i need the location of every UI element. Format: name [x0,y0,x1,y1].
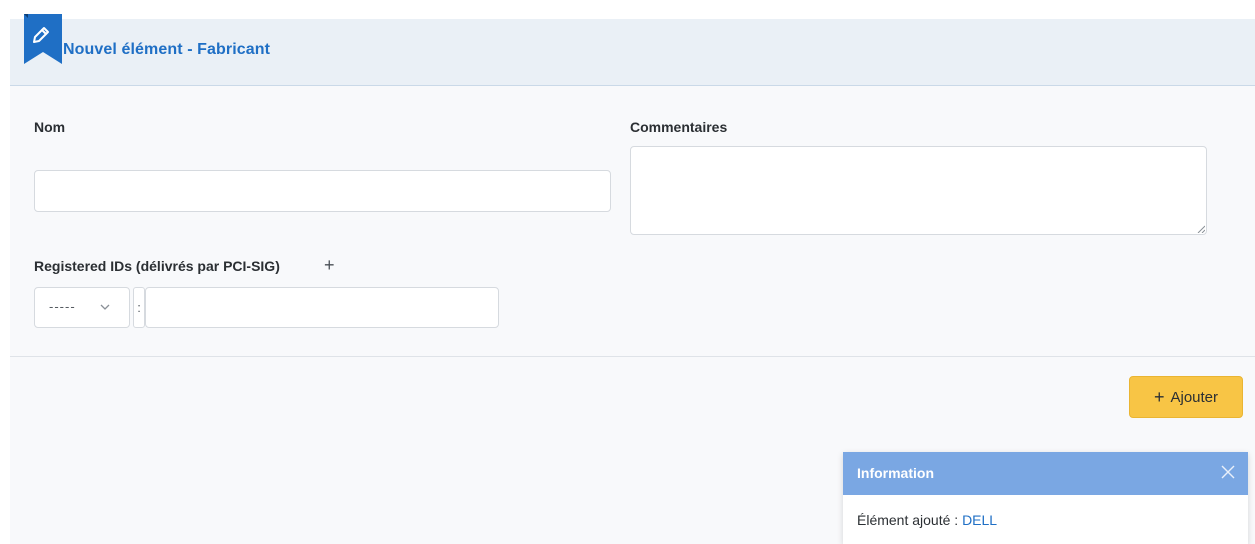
close-icon[interactable] [1220,464,1236,480]
registered-id-select[interactable]: ----- [34,287,130,328]
registered-id-input[interactable] [145,287,499,328]
select-value: ----- [49,299,76,314]
card-header: Nouvel élément - Fabricant [10,14,1255,86]
plus-icon[interactable]: + [324,256,335,274]
commentaires-wrapper [630,146,1207,235]
toast-header: Information [843,452,1248,495]
resize-grip-icon[interactable] [1197,225,1205,233]
id-separator: : [133,287,145,328]
edit-icon [24,14,62,64]
toast-message: Élément ajouté : DELL [857,512,997,528]
add-button[interactable]: + Ajouter [1129,376,1243,418]
commentaires-label: Commentaires [630,119,728,135]
toast-message-value[interactable]: DELL [962,512,997,528]
page-title: Nouvel élément - Fabricant [63,41,271,58]
footer-divider [10,356,1255,357]
chevron-down-icon [100,304,110,310]
toast-message-prefix: Élément ajouté : [857,512,959,528]
registered-ids-label: Registered IDs (délivrés par PCI-SIG) [34,258,280,274]
add-button-label: Ajouter [1170,388,1219,406]
nom-label: Nom [34,119,66,135]
information-toast: Information Élément ajouté : DELL [843,452,1248,544]
commentaires-textarea[interactable] [630,146,1207,235]
toast-title: Information [857,465,934,481]
page: Nouvel élément - Fabricant Nom Commentai… [0,0,1255,544]
plus-icon: + [1153,387,1165,407]
nom-input[interactable] [34,170,611,212]
